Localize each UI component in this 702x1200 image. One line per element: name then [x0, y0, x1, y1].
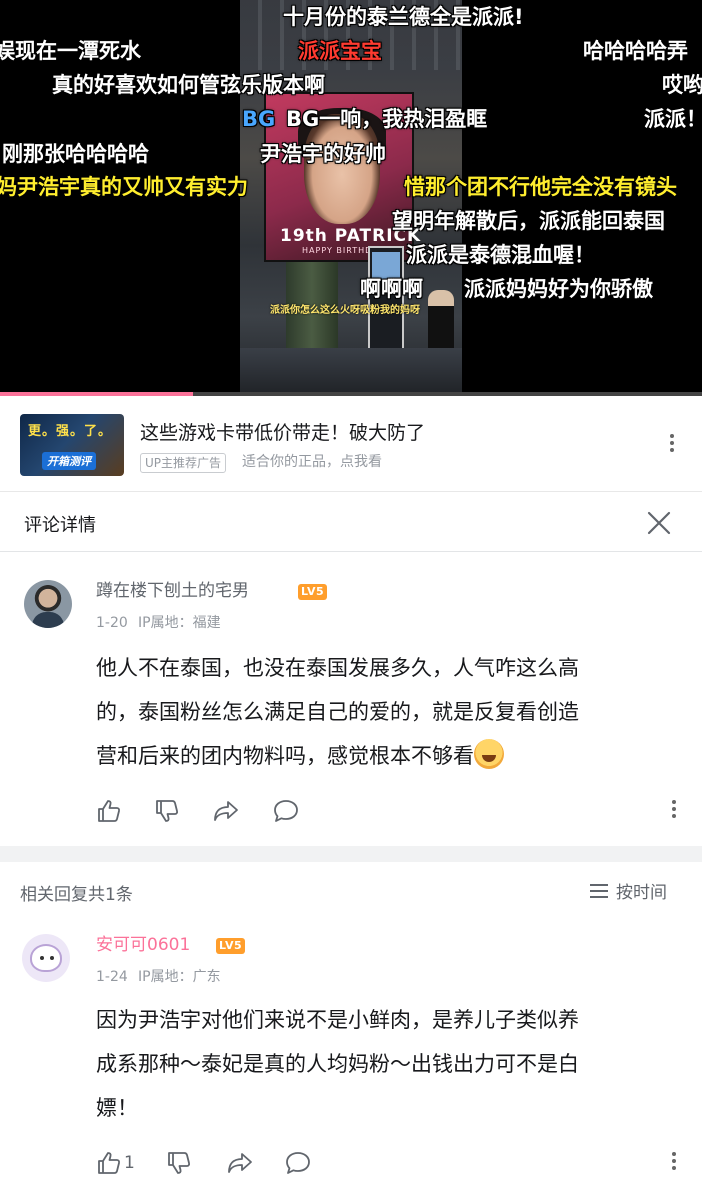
danmaku: BG: [242, 107, 276, 131]
username[interactable]: 蹲在楼下刨土的宅男: [96, 580, 249, 602]
avatar[interactable]: [24, 580, 72, 628]
sort-icon: [590, 883, 608, 898]
close-icon[interactable]: [644, 508, 674, 538]
like-button[interactable]: [96, 798, 122, 824]
danmaku: 派派妈妈好为你骄傲: [464, 277, 653, 301]
danmaku: 派派是泰德混血喔！: [406, 243, 595, 267]
comment-body: 他人不在泰国，也没在泰国发展多久，人气咋这么高 的，泰国粉丝怎么满足自己的爱的，…: [96, 646, 579, 778]
like-button[interactable]: 1: [96, 1150, 135, 1176]
comment-date: 1-24: [96, 969, 128, 985]
danmaku: 娱现在一潭死水: [0, 39, 141, 63]
video-caption: 派派你怎么这么火呀吸粉我的妈呀: [270, 305, 420, 316]
sort-button[interactable]: 按时间: [590, 878, 667, 903]
ad-title: 这些游戏卡带低价带走！破大防了: [140, 422, 426, 444]
section-separator: [0, 846, 702, 862]
dislike-button[interactable]: [154, 798, 180, 824]
like-count: 1: [124, 1153, 135, 1173]
ip-location: IP属地：广东: [138, 969, 221, 985]
ad-subtitle: 适合你的正品，点我看: [242, 454, 382, 470]
ad-thumbnail-text: 更。强。了。: [28, 424, 113, 439]
comment-detail-header: 评论详情: [0, 492, 702, 552]
comment-line-last: 营和后来的团内物料吗，感觉根本不够看: [96, 734, 579, 778]
danmaku: 刚那张哈哈哈哈: [2, 142, 149, 166]
comment-icon: [286, 1152, 310, 1174]
sort-label: 按时间: [616, 883, 667, 903]
comment-line: 他人不在泰国，也没在泰国发展多久，人气咋这么高: [96, 656, 579, 680]
video-player[interactable]: 19th PATRICK HAPPY BIRTHDAY 派派你怎么这么火呀吸粉我…: [0, 0, 702, 396]
cat-eye: [50, 956, 54, 960]
ad-card[interactable]: 更。强。了。 开箱测评 这些游戏卡带低价带走！破大防了 UP主推荐广告 适合你的…: [0, 396, 702, 492]
avatar[interactable]: [22, 934, 70, 982]
danmaku: 派派宝宝: [298, 39, 382, 63]
dislike-button[interactable]: [166, 1150, 192, 1176]
floor: [240, 348, 462, 396]
share-button[interactable]: [226, 1150, 254, 1176]
dislike-icon: [156, 800, 179, 822]
danmaku: 妈尹浩宇真的又帅又有实力: [0, 175, 248, 199]
level-badge: LV5: [216, 938, 246, 954]
comment-detail-title: 评论详情: [24, 515, 96, 536]
reply-line: 因为尹浩宇对他们来说不是小鲜肉，是养儿子类似养: [96, 1008, 579, 1032]
reply-line: 嫖！: [96, 1096, 138, 1120]
danmaku: 啊啊啊: [360, 277, 423, 301]
dislike-icon: [168, 1152, 191, 1174]
danmaku: 真的好喜欢如何管弦乐版本啊: [52, 73, 325, 97]
more-icon[interactable]: [664, 1150, 684, 1172]
danmaku: 尹浩宇的好帅: [260, 142, 386, 166]
danmaku: 十月份的泰兰德全是派派!: [283, 5, 524, 29]
reply-count: 相关回复共1条: [20, 885, 133, 905]
ip-location: IP属地：福建: [138, 615, 221, 631]
avatar-body: [32, 612, 64, 628]
cat-avatar-shape: [30, 944, 62, 972]
comment-date: 1-20: [96, 615, 128, 631]
ad-tag: UP主推荐广告: [140, 453, 227, 473]
username[interactable]: 安可可0601: [96, 934, 190, 956]
ad-thumbnail-badge: 开箱测评: [42, 452, 96, 470]
danmaku: 派派！: [644, 107, 702, 131]
reply-line: 成系那种～泰妃是真的人均妈粉～出钱出力可不是白: [96, 1052, 579, 1076]
comment-line: 营和后来的团内物料吗，感觉根本不够看: [96, 744, 474, 768]
danmaku: 望明年解散后，派派能回泰国: [392, 209, 665, 233]
danmaku: 惜那个团不行他完全没有镜头: [404, 175, 677, 199]
danmaku: BG一响，我热泪盈眶: [286, 107, 488, 131]
share-icon: [214, 801, 238, 821]
like-icon: [98, 800, 121, 822]
more-icon[interactable]: [664, 798, 684, 820]
cat-eye: [40, 956, 44, 960]
reply-button[interactable]: [284, 1150, 312, 1176]
reply-button[interactable]: [272, 798, 300, 824]
level-badge: LV5: [298, 584, 328, 600]
comment-icon: [274, 800, 298, 822]
like-icon: [98, 1152, 121, 1174]
ad-thumbnail: 更。强。了。 开箱测评: [20, 414, 124, 476]
reply-body: 因为尹浩宇对他们来说不是小鲜肉，是养儿子类似养 成系那种～泰妃是真的人均妈粉～出…: [96, 998, 579, 1130]
laugh-cry-emoji-icon: [474, 739, 504, 769]
more-icon[interactable]: [662, 432, 682, 454]
share-icon: [228, 1153, 252, 1173]
danmaku: 哎哟: [662, 73, 702, 97]
share-button[interactable]: [212, 798, 240, 824]
comment-line: 的，泰国粉丝怎么满足自己的爱的，就是反复看创造: [96, 700, 579, 724]
danmaku: 哈哈哈哈弄: [583, 39, 688, 63]
